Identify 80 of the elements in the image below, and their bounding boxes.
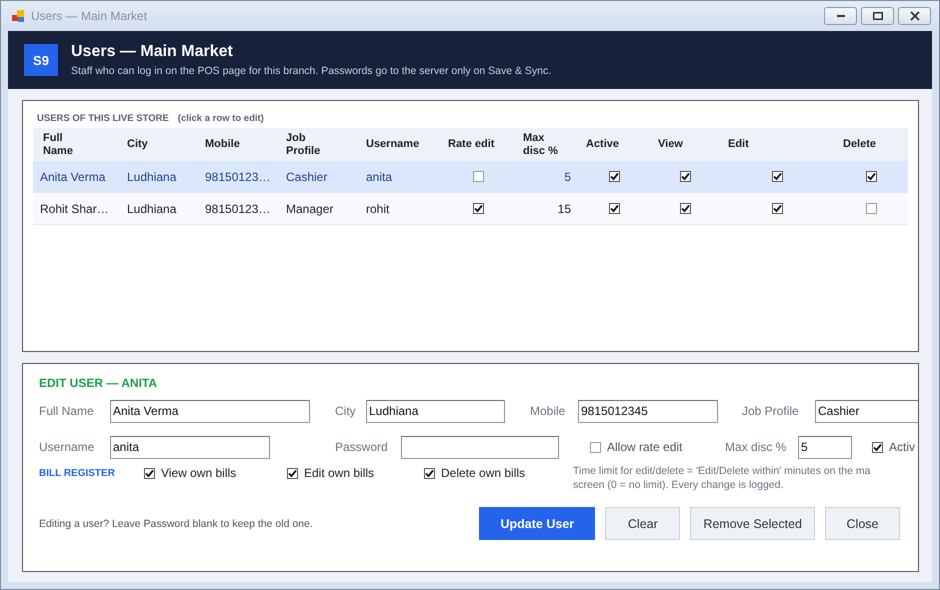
section-heading: BILL REGISTER [39, 468, 115, 478]
table-row[interactable]: Anita Verma Ludhiana 98150123… Cashier anita 5 [33, 161, 908, 193]
note-text: Time limit for edit/delete = 'Edit/Delete within' minutes on the ma screen (0 = no limit). Every change is logged. [573, 464, 870, 492]
field-label: Mobile [530, 404, 566, 418]
column-header: View [657, 138, 684, 151]
action-button[interactable]: Remove Selected [690, 507, 815, 540]
field-label: Password [335, 440, 389, 454]
close-button[interactable] [898, 7, 931, 25]
field-label: Full Name [39, 404, 95, 418]
table-cell-text: Anita Verma [39, 170, 106, 184]
checkbox[interactable] [472, 171, 484, 182]
minimize-icon [836, 15, 844, 17]
column-header: Max disc % [522, 132, 559, 158]
checkbox[interactable] [772, 171, 783, 182]
page-title: Users — Main Market [71, 43, 234, 61]
checkbox[interactable] [680, 203, 690, 214]
table-cell-text: Ludhiana [126, 170, 178, 184]
maximize-button[interactable] [861, 7, 894, 25]
table-cell-text: 15 [556, 202, 572, 216]
checkbox[interactable] [872, 442, 883, 452]
column-header: City [126, 138, 149, 151]
column-header: Mobile [204, 138, 241, 151]
table-row[interactable]: Rohit Shar… Ludhiana 98150123… Manager rohit 15 [33, 193, 908, 225]
window-title: Users — Main Market [31, 9, 148, 23]
column-header: Username [365, 138, 420, 151]
table-cell-text: Rohit Shar… [39, 202, 110, 216]
checkbox[interactable] [866, 203, 876, 214]
minimize-button[interactable] [824, 7, 857, 25]
column-header: Edit [727, 138, 750, 151]
hint-text: Editing a user? Leave Password blank to keep the old one. [39, 518, 314, 530]
input-field[interactable]: Anita Verma [110, 400, 310, 422]
checkbox[interactable] [608, 171, 620, 182]
store-badge: S9 [24, 44, 58, 76]
section-title: USERS OF THIS LIVE STORE [37, 113, 169, 124]
page-subtitle: Staff who can log in on the POS page for this branch. Passwords go to the server only on Save & Sync. [71, 65, 552, 77]
section-hint: (click a row to edit) [178, 113, 264, 124]
checkbox-label[interactable]: Activ [889, 440, 916, 454]
checkbox[interactable] [680, 171, 690, 182]
checkbox[interactable] [608, 203, 620, 214]
table-cell-text: 98150123… [204, 202, 272, 216]
edit-title: EDIT USER — ANITA [39, 376, 158, 390]
app-icon [11, 9, 25, 23]
column-header: Active [585, 138, 620, 151]
checkbox-label[interactable]: Allow rate edit [607, 440, 682, 454]
input-field[interactable]: 5 [798, 436, 852, 458]
table-cell-text: Manager [285, 202, 334, 216]
checkbox[interactable] [144, 468, 155, 478]
action-button[interactable]: Clear [605, 507, 680, 540]
column-header: Full Name [42, 132, 74, 158]
maximize-icon [872, 12, 882, 20]
close-icon [910, 11, 920, 21]
checkbox[interactable] [472, 203, 484, 214]
field-label: Job Profile [742, 404, 800, 418]
checkbox[interactable] [287, 468, 298, 478]
input-field[interactable]: Ludhiana [366, 400, 505, 422]
input-field[interactable]: 9815012345 [578, 400, 718, 422]
checkbox-label[interactable]: View own bills [161, 466, 236, 480]
column-header: Job Profile [285, 132, 322, 158]
input-field[interactable]: Cashier [815, 400, 918, 422]
table-cell-text: 5 [563, 170, 572, 184]
input-field[interactable] [401, 436, 559, 458]
table-cell-text: anita [365, 170, 394, 184]
table-cell-text: 98150123… [204, 170, 272, 184]
table-cell-text: rohit [365, 202, 390, 216]
column-header: Delete [842, 138, 878, 151]
table-cell-text: Cashier [285, 170, 328, 184]
checkbox[interactable] [590, 442, 601, 452]
checkbox[interactable] [424, 468, 435, 478]
action-button[interactable]: Close [825, 507, 900, 540]
checkbox-label[interactable]: Edit own bills [304, 466, 374, 480]
checkbox[interactable] [866, 171, 876, 182]
field-label: City [335, 404, 357, 418]
field-label: Username [39, 440, 96, 454]
action-button[interactable]: Update User [479, 507, 596, 540]
checkbox-label[interactable]: Delete own bills [441, 466, 526, 480]
column-header: Rate edit [447, 138, 496, 151]
checkbox[interactable] [772, 203, 783, 214]
table-cell-text: Ludhiana [126, 202, 178, 216]
input-field[interactable]: anita [110, 436, 270, 458]
field-label: Max disc % [725, 440, 788, 454]
